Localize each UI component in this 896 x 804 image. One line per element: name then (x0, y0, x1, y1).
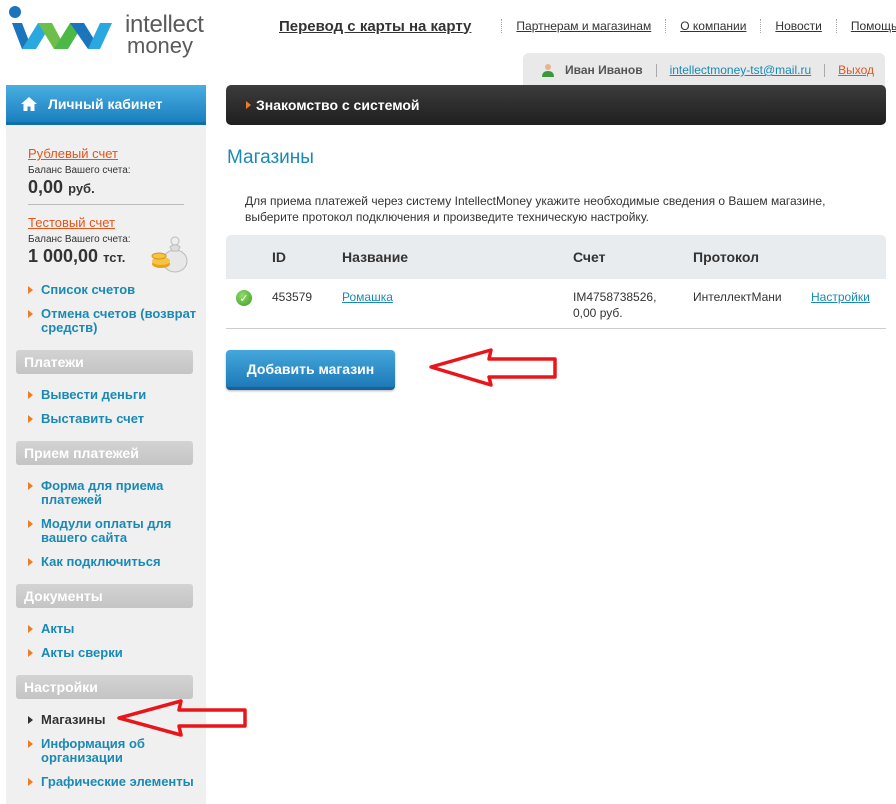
personal-cabinet-header[interactable]: Личный кабинет (6, 85, 206, 125)
annotation-arrow-icon (117, 699, 247, 737)
nav-card-transfer[interactable]: Перевод с карты на карту (279, 18, 471, 35)
nav-separator (501, 19, 503, 33)
shop-id: 453579 (272, 290, 313, 304)
section-settings: Настройки (16, 675, 193, 699)
intellectmoney-logo[interactable]: intellect money (6, 4, 216, 58)
nav-separator (665, 19, 667, 33)
column-header-id: ID (272, 249, 286, 265)
top-navigation: Перевод с карты на карту Партнерам и маг… (279, 16, 896, 36)
annotation-arrow-icon (429, 348, 557, 387)
user-email-link[interactable]: intellectmoney-tst@mail.ru (670, 63, 812, 77)
sidebar-item-reconciliation-acts[interactable]: Акты сверки (28, 646, 200, 660)
sidebar-item-accounts-list[interactable]: Список счетов (28, 283, 200, 297)
account-test-balance: 1 000,00 тст. (28, 246, 131, 267)
section-accept-payments: Прием платежей (16, 441, 193, 465)
sidebar-item-payment-form[interactable]: Форма для приема платежей (28, 479, 200, 507)
column-header-protocol: Протокол (693, 249, 759, 265)
shop-protocol: ИнтеллектМани (693, 290, 782, 304)
nav-news[interactable]: Новости (775, 19, 821, 33)
column-header-account: Счет (573, 249, 606, 265)
nav-about[interactable]: О компании (680, 19, 746, 33)
logo-mark-icon (12, 23, 112, 49)
intro-bar-label: Знакомство с системой (256, 97, 420, 113)
section-documents: Документы (16, 584, 193, 608)
money-bag-coins-icon (151, 236, 188, 273)
account-test-amount: 1 000,00 (28, 246, 99, 266)
shop-account-balance: 0,00 руб. (573, 306, 623, 320)
account-rub-currency: руб. (68, 181, 95, 196)
sidebar-divider (28, 204, 184, 205)
account-rub-amount: 0,00 (28, 177, 64, 197)
account-rub-link[interactable]: Рублевый счет (28, 146, 118, 161)
sidebar-item-graphic-elements[interactable]: Графические элементы (28, 775, 200, 789)
personal-cabinet-title: Личный кабинет (48, 95, 163, 112)
active-check-icon: ✓ (236, 290, 252, 306)
nav-partners[interactable]: Партнерам и магазинам (516, 19, 651, 33)
shop-name-link[interactable]: Ромашка (342, 290, 393, 304)
shops-table-header: ID Название Счет Протокол (226, 235, 886, 279)
sidebar-item-how-to-connect[interactable]: Как подключиться (28, 555, 200, 569)
logout-link[interactable]: Выход (838, 63, 874, 77)
page-title: Магазины (227, 147, 314, 168)
user-bar: Иван Иванов intellectmoney-tst@mail.ru В… (523, 53, 885, 87)
table-row: ✓ 453579 Ромашка IM4758738526, 0,00 руб.… (226, 279, 886, 329)
userbar-separator (655, 63, 657, 77)
sidebar-item-withdraw[interactable]: Вывести деньги (28, 388, 200, 402)
sidebar-item-acts[interactable]: Акты (28, 622, 200, 636)
sidebar-item-cancel-invoices[interactable]: Отмена счетов (возврат средств) (28, 307, 200, 335)
page-intro: Для приема платежей через систему Intell… (245, 194, 826, 224)
account-test-currency: тст. (103, 250, 126, 265)
user-icon (542, 64, 554, 77)
account-test-link[interactable]: Тестовый счет (28, 215, 115, 230)
account-rub-balance: 0,00 руб. (28, 177, 131, 198)
sidebar-item-organization-info[interactable]: Информация об организации (28, 737, 200, 765)
nav-separator (760, 19, 762, 33)
account-test-balance-label: Баланс Вашего счета: (28, 234, 131, 245)
shop-settings-link[interactable]: Настройки (811, 290, 870, 304)
home-icon (21, 96, 37, 111)
bar-arrow-icon (246, 101, 251, 109)
nav-help[interactable]: Помощь (851, 19, 896, 33)
shop-account: IM4758738526, (573, 290, 657, 304)
account-rub: Рублевый счет Баланс Вашего счета: 0,00 … (28, 145, 131, 198)
user-name: Иван Иванов (565, 63, 643, 77)
account-rub-balance-label: Баланс Вашего счета: (28, 165, 131, 176)
column-header-name: Название (342, 249, 409, 265)
section-payments: Платежи (16, 350, 193, 374)
userbar-separator (824, 63, 826, 77)
sidebar: Личный кабинет Рублевый счет Баланс Ваше… (6, 85, 206, 804)
account-test: Тестовый счет Баланс Вашего счета: 1 000… (28, 214, 131, 267)
intro-bar[interactable]: Знакомство с системой (226, 85, 886, 125)
sidebar-item-payment-modules[interactable]: Модули оплаты для вашего сайта (28, 517, 200, 545)
logo-text-money: money (127, 33, 194, 58)
sidebar-item-issue-invoice[interactable]: Выставить счет (28, 412, 200, 426)
nav-separator (835, 19, 837, 33)
add-shop-button[interactable]: Добавить магазин (226, 350, 395, 390)
